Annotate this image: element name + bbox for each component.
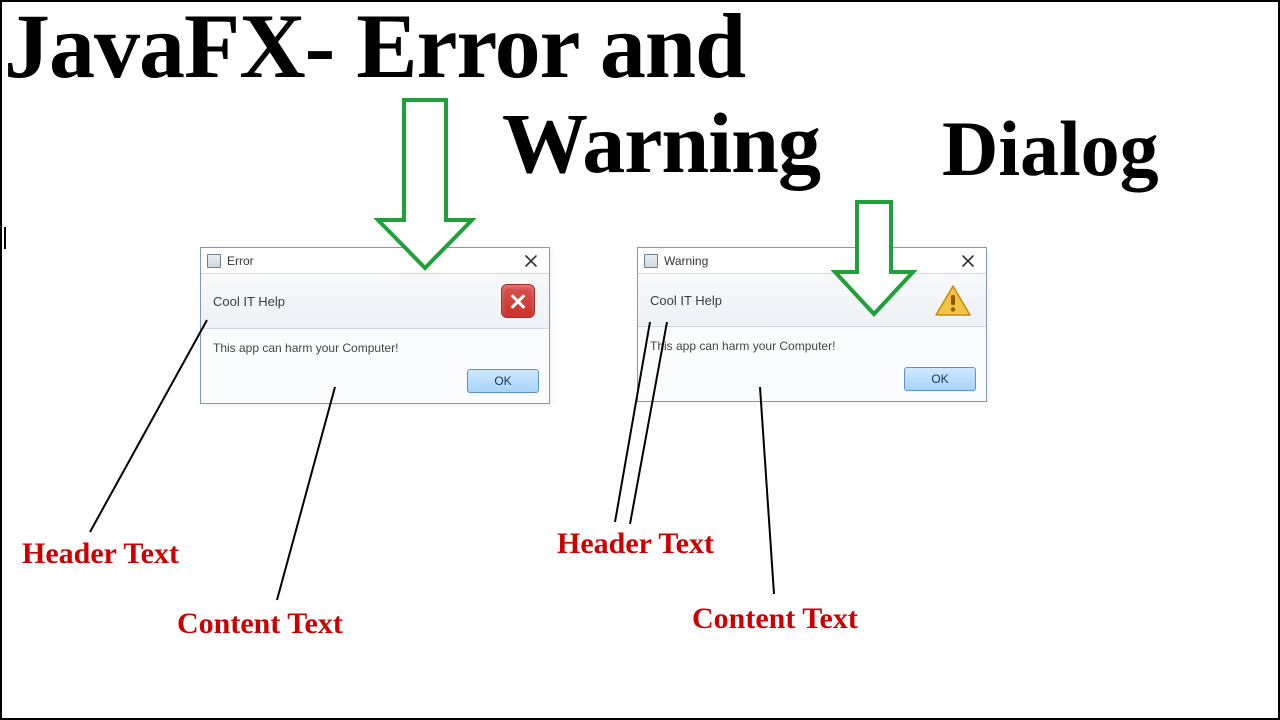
warning-dialog: Warning Cool IT Help This app can harm y… bbox=[637, 247, 987, 402]
warning-icon bbox=[934, 284, 972, 316]
error-dialog-content: This app can harm your Computer! bbox=[201, 329, 549, 363]
warning-dialog-buttons: OK bbox=[638, 361, 986, 401]
warning-dialog-content: This app can harm your Computer! bbox=[638, 327, 986, 361]
annotation-header-right: Header Text bbox=[557, 527, 714, 561]
warning-content-text: This app can harm your Computer! bbox=[650, 339, 835, 353]
ok-button-label: OK bbox=[931, 372, 948, 386]
slide-title-line2: Warning bbox=[502, 100, 820, 186]
ok-button[interactable]: OK bbox=[904, 367, 976, 391]
error-icon bbox=[501, 284, 535, 318]
slide-title-line3: Dialog bbox=[942, 110, 1159, 188]
slide-title-line1: JavaFX- Error and bbox=[4, 0, 745, 92]
warning-dialog-titlebar[interactable]: Warning bbox=[638, 248, 986, 274]
warning-dialog-title: Warning bbox=[664, 254, 708, 268]
error-dialog-titlebar[interactable]: Error bbox=[201, 248, 549, 274]
ok-button-label: OK bbox=[494, 374, 511, 388]
window-icon bbox=[207, 254, 221, 268]
warning-header-text: Cool IT Help bbox=[650, 293, 722, 308]
error-dialog-title: Error bbox=[227, 254, 254, 268]
close-icon[interactable] bbox=[956, 252, 980, 270]
text-cursor bbox=[4, 227, 6, 249]
annotation-header-left: Header Text bbox=[22, 537, 179, 571]
arrow-down-icon bbox=[378, 100, 472, 268]
window-icon bbox=[644, 254, 658, 268]
error-header-text: Cool IT Help bbox=[213, 294, 285, 309]
ok-button[interactable]: OK bbox=[467, 369, 539, 393]
tutorial-slide: JavaFX- Error and Warning Dialog Error C… bbox=[0, 0, 1280, 720]
annotation-content-left: Content Text bbox=[177, 607, 343, 641]
close-icon[interactable] bbox=[519, 252, 543, 270]
error-dialog: Error Cool IT Help This app can harm you… bbox=[200, 247, 550, 404]
error-dialog-buttons: OK bbox=[201, 363, 549, 403]
error-content-text: This app can harm your Computer! bbox=[213, 341, 398, 355]
error-dialog-header: Cool IT Help bbox=[201, 274, 549, 329]
warning-dialog-header: Cool IT Help bbox=[638, 274, 986, 327]
annotation-content-right: Content Text bbox=[692, 602, 858, 636]
